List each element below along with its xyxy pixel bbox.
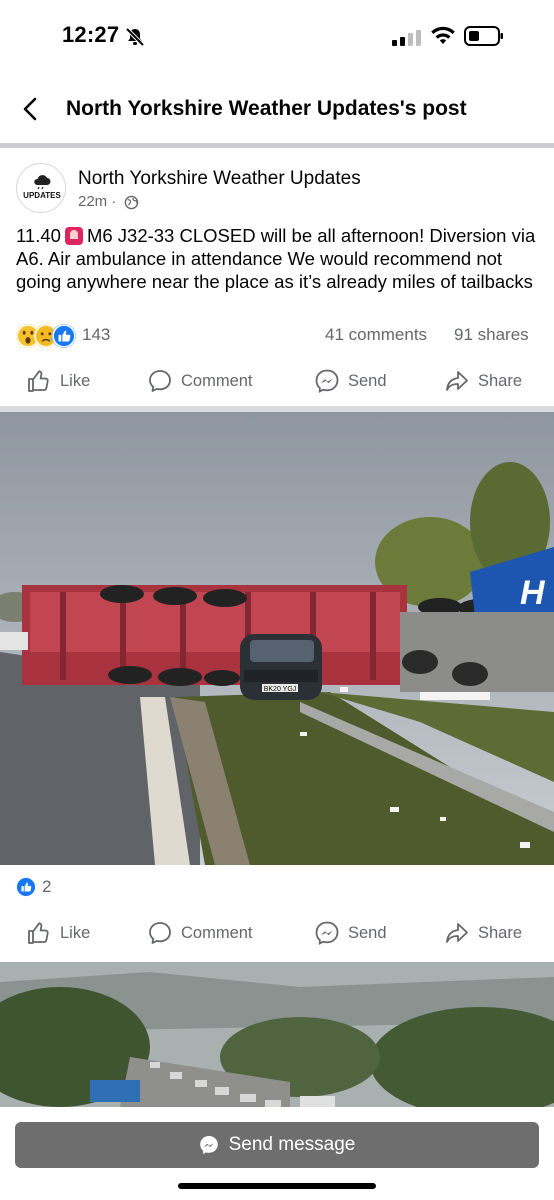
photo-comment-button[interactable]: Comment <box>147 918 253 948</box>
photo-share-button[interactable]: Share <box>444 918 522 948</box>
status-time: 12:27 <box>62 22 120 47</box>
share-button[interactable]: Share <box>444 366 522 396</box>
post-message: M6 J32-33 CLOSED will be all afternoon! … <box>16 225 536 292</box>
photo-send-button[interactable]: Send <box>314 918 387 948</box>
signal-icon <box>392 30 421 46</box>
send-label: Send <box>348 371 387 390</box>
send-label: Send <box>348 923 387 942</box>
comments-count[interactable]: 41 comments <box>325 325 427 345</box>
header-divider <box>0 143 554 148</box>
avatar-label: UPDATES <box>23 191 61 200</box>
messenger-icon <box>199 1136 218 1154</box>
comment-label: Comment <box>181 923 253 942</box>
traffic-photo[interactable] <box>0 962 554 1107</box>
send-message-button[interactable]: Send message <box>15 1122 539 1168</box>
battery-icon <box>464 26 503 46</box>
comment-button[interactable]: Comment <box>147 366 253 396</box>
share-icon <box>446 923 468 943</box>
shares-count[interactable]: 91 shares <box>454 325 529 345</box>
share-icon <box>446 371 468 391</box>
accident-photo[interactable]: H BK20 YGJ <box>0 412 554 865</box>
like-label: Like <box>60 923 91 942</box>
comment-label: Comment <box>181 371 253 390</box>
comment-icon <box>149 922 171 944</box>
send-message-label: Send message <box>228 1134 356 1155</box>
avatar[interactable]: UPDATES <box>16 163 66 213</box>
share-label: Share <box>478 923 523 942</box>
cloud-icon <box>34 175 51 189</box>
back-icon[interactable] <box>16 94 46 124</box>
reaction-count[interactable]: 143 <box>82 325 110 345</box>
car-plate: BK20 YGJ <box>264 686 297 693</box>
wifi-icon <box>431 26 455 44</box>
messenger-icon <box>315 369 339 394</box>
like-label: Like <box>60 371 91 390</box>
post-time: 22m · <box>78 193 117 210</box>
page-title: North Yorkshire Weather Updates's post <box>66 97 467 120</box>
messenger-icon <box>315 921 339 946</box>
photo-reaction-count[interactable]: 2 <box>42 877 51 897</box>
photo-like-button[interactable]: Like <box>26 918 90 948</box>
post-time-prefix: 11.40 <box>16 225 61 246</box>
post-body: 11.40 M6 J32-33 CLOSED will be all aftern… <box>16 224 536 293</box>
truck-lettering: H <box>520 574 546 612</box>
reaction-icons[interactable] <box>16 324 76 348</box>
bell-slash-icon <box>125 27 145 47</box>
comment-icon <box>149 370 171 392</box>
like-reaction-icon <box>52 324 76 348</box>
author-name[interactable]: North Yorkshire Weather Updates <box>78 168 361 190</box>
like-icon <box>28 370 49 392</box>
send-button[interactable]: Send <box>314 366 387 396</box>
share-label: Share <box>478 371 523 390</box>
home-indicator[interactable] <box>178 1183 376 1189</box>
like-reaction-icon <box>16 877 36 897</box>
like-button[interactable]: Like <box>26 366 90 396</box>
like-icon <box>28 922 49 944</box>
siren-icon <box>64 227 83 245</box>
globe-icon <box>124 195 139 210</box>
